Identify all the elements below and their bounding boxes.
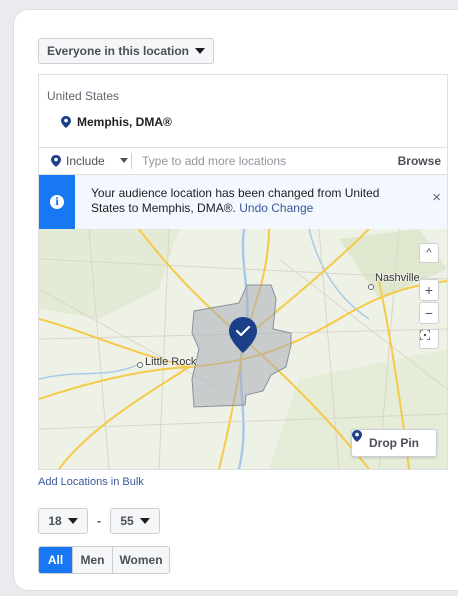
- map-collapse-button[interactable]: ^: [419, 243, 439, 263]
- recenter-icon: [420, 330, 430, 340]
- location-scope-dropdown[interactable]: Everyone in this location: [38, 38, 214, 64]
- chevron-down-icon: [139, 518, 150, 524]
- location-map[interactable]: Nashville Little Rock ^ + − Drop Pin: [39, 229, 447, 469]
- chevron-down-icon: [195, 48, 206, 54]
- undo-change-link[interactable]: Undo Change: [239, 201, 313, 215]
- age-min-value: 18: [48, 514, 62, 528]
- map-label-little-rock: Little Rock: [145, 356, 197, 368]
- chevron-down-icon: [67, 518, 78, 524]
- info-icon: i: [50, 195, 64, 209]
- selected-location: Memphis, DMA®: [61, 115, 172, 129]
- gender-women-button[interactable]: Women: [113, 547, 169, 573]
- drop-pin-button[interactable]: Drop Pin: [351, 429, 437, 457]
- recenter-button[interactable]: [419, 329, 439, 349]
- gender-selector: All Men Women: [38, 546, 170, 574]
- browse-button[interactable]: Browse: [398, 154, 447, 168]
- country-label: United States: [47, 89, 120, 103]
- gender-men-button[interactable]: Men: [73, 547, 113, 573]
- close-icon[interactable]: ×: [432, 189, 441, 206]
- age-max-dropdown[interactable]: 55: [110, 508, 160, 534]
- drop-pin-label: Drop Pin: [369, 436, 419, 450]
- include-label: Include: [66, 153, 105, 168]
- age-separator: -: [97, 514, 101, 528]
- add-locations-bulk-link[interactable]: Add Locations in Bulk: [38, 476, 144, 488]
- selected-location-name: Memphis, DMA®: [77, 115, 172, 129]
- notice-accent-bar: i: [39, 175, 75, 229]
- age-max-value: 55: [120, 514, 134, 528]
- location-search-input[interactable]: [132, 153, 382, 168]
- add-location-row: Include Browse: [39, 147, 447, 173]
- location-panel: United States Memphis, DMA® Include Brow…: [38, 74, 448, 470]
- age-min-dropdown[interactable]: 18: [38, 508, 88, 534]
- location-pin-icon: [51, 154, 61, 167]
- notice-text: Your audience location has been changed …: [91, 186, 411, 216]
- location-pin-icon: [352, 430, 362, 442]
- map-label-nashville: Nashville: [375, 272, 420, 284]
- location-pin-icon: [61, 116, 71, 128]
- location-scope-label: Everyone in this location: [46, 44, 190, 58]
- notice-message: Your audience location has been changed …: [91, 186, 380, 215]
- zoom-out-button[interactable]: −: [419, 302, 439, 324]
- zoom-in-button[interactable]: +: [419, 279, 439, 301]
- include-dropdown[interactable]: Include: [39, 154, 131, 168]
- gender-all-button[interactable]: All: [39, 547, 73, 573]
- location-change-notice: i Your audience location has been change…: [39, 174, 447, 229]
- chevron-down-icon: [119, 158, 128, 163]
